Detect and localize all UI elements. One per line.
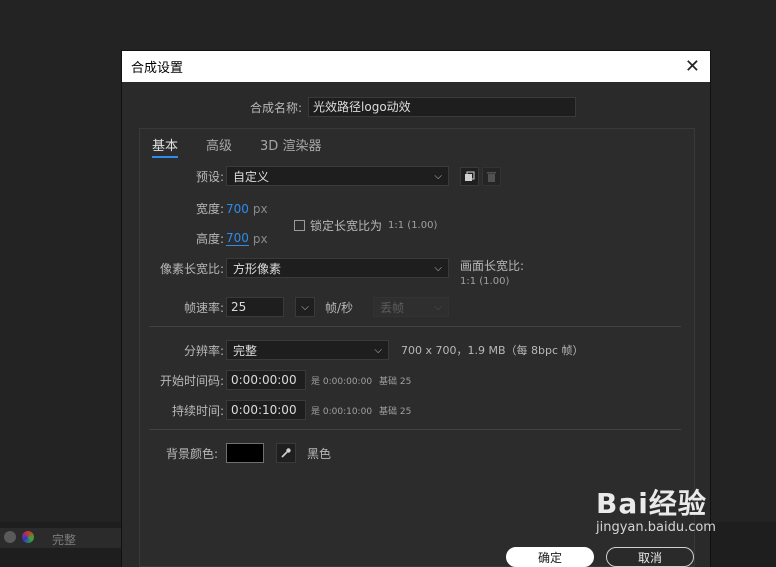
settings-tabs: 基本 高级 3D 渲染器 (152, 135, 321, 158)
composition-name-input[interactable]: 光效路径logo动效 (308, 97, 577, 117)
width-label: 宽度: (195, 202, 224, 216)
dialog-title: 合成设置 (131, 61, 184, 76)
preset-dropdown[interactable]: 自定义 ⌵ (226, 166, 449, 186)
width-row: 宽度: 700 px (188, 200, 268, 217)
save-preset-button[interactable] (460, 166, 479, 186)
preset-value: 自定义 (233, 169, 270, 184)
drop-frame-dropdown[interactable]: 丢帧 ⌵ (373, 297, 450, 317)
chevron-down-icon: ⌵ (434, 301, 443, 313)
width-unit: px (252, 201, 268, 216)
resolution-row: 分辨率: 完整 ⌵ 700 x 700，1.9 MB（每 8bpc 帧） (176, 340, 584, 360)
duration-input[interactable]: 0:00:10:00 (226, 400, 306, 420)
watermark-brand: Bai经验 (596, 487, 707, 520)
height-unit: px (252, 231, 268, 246)
frame-rate-unit: 帧/秒 (325, 300, 354, 315)
frame-rate-row: 帧速率: 25 ⌵ 帧/秒 丢帧 ⌵ (176, 297, 450, 317)
start-timecode-base: 基础 25 (379, 376, 412, 387)
frame-rate-input[interactable]: 25 (226, 297, 284, 317)
chevron-down-icon: ⌵ (434, 170, 442, 182)
background-toolbar-icons (4, 531, 34, 543)
trash-icon (487, 171, 496, 182)
pixel-aspect-row: 像素长宽比: 方形像素 ⌵ (148, 258, 449, 278)
duration-base: 基础 25 (379, 406, 412, 417)
frame-rate-dropdown-button[interactable]: ⌵ (295, 297, 315, 317)
width-value[interactable]: 700 (226, 202, 249, 216)
baidu-watermark: Bai经验 jingyan.baidu.com (596, 482, 716, 535)
start-timecode-equals: 是 0:00:00:00 (311, 376, 373, 387)
resolution-dropdown[interactable]: 完整 ⌵ (226, 340, 389, 360)
eyedropper-icon (281, 448, 291, 458)
pixel-aspect-label: 像素长宽比: (159, 261, 224, 276)
pixel-aspect-value: 方形像素 (233, 261, 282, 276)
tab-3d-renderer[interactable]: 3D 渲染器 (260, 135, 321, 158)
close-icon[interactable]: ✕ (685, 57, 700, 76)
start-timecode-input[interactable]: 0:00:00:00 (226, 370, 306, 390)
toggle-icon[interactable] (4, 531, 16, 543)
background-color-row: 背景颜色: 黑色 (148, 443, 331, 463)
dialog-titlebar: 合成设置 ✕ (122, 51, 710, 82)
background-color-swatch[interactable] (226, 443, 264, 463)
lock-aspect-ratio: 1:1 (1.00) (388, 220, 438, 231)
chevron-down-icon: ⌵ (374, 344, 382, 356)
watermark-url: jingyan.baidu.com (596, 520, 716, 535)
save-preset-icon (465, 171, 475, 181)
frame-aspect-value: 1:1 (1.00) (460, 276, 510, 287)
frame-rate-label: 帧速率: (183, 300, 224, 315)
start-timecode-label: 开始时间码: (159, 373, 224, 388)
resolution-value: 完整 (233, 343, 258, 358)
preset-row: 预设: 自定义 ⌵ (190, 166, 501, 186)
preset-label: 预设: (195, 169, 224, 184)
frame-aspect-label: 画面长宽比: (460, 259, 525, 273)
lock-aspect-label: 锁定长宽比为 (310, 219, 383, 233)
height-value[interactable]: 700 (226, 231, 249, 246)
resolution-info: 700 x 700，1.9 MB（每 8bpc 帧） (401, 344, 584, 357)
chevron-down-icon: ⌵ (301, 301, 309, 313)
start-timecode-row: 开始时间码: 0:00:00:00 是 0:00:00:00 基础 25 (148, 370, 411, 390)
lock-aspect-row: 锁定长宽比为 1:1 (1.00) (294, 217, 437, 234)
composition-name-row: 合成名称: 光效路径logo动效 (250, 97, 577, 117)
height-label: 高度: (195, 232, 224, 246)
background-color-label: 背景颜色: (165, 446, 218, 461)
color-channels-icon[interactable] (22, 531, 34, 543)
drop-frame-value: 丢帧 (380, 300, 405, 315)
duration-row: 持续时间: 0:00:10:00 是 0:00:10:00 基础 25 (148, 400, 411, 420)
background-color-name: 黑色 (307, 446, 332, 461)
cancel-button[interactable]: 取消 (606, 547, 694, 567)
lock-aspect-checkbox[interactable] (294, 220, 305, 231)
pixel-aspect-dropdown[interactable]: 方形像素 ⌵ (226, 258, 449, 278)
section-divider (149, 326, 681, 327)
tab-basic[interactable]: 基本 (152, 135, 179, 158)
tab-advanced[interactable]: 高级 (206, 135, 232, 158)
ok-button[interactable]: 确定 (506, 547, 594, 567)
chevron-down-icon: ⌵ (434, 262, 442, 274)
delete-preset-button[interactable] (482, 166, 501, 186)
eyedropper-button[interactable] (276, 443, 296, 463)
composition-name-label: 合成名称: (250, 100, 303, 115)
height-row: 高度: 700 px (188, 230, 268, 247)
section-divider (149, 429, 681, 430)
duration-equals: 是 0:00:10:00 (311, 406, 373, 417)
background-resolution-label[interactable]: 完整 (52, 531, 76, 548)
frame-aspect: 画面长宽比: 1:1 (1.00) (460, 259, 524, 289)
resolution-label: 分辨率: (183, 343, 224, 358)
duration-label: 持续时间: (171, 403, 224, 418)
